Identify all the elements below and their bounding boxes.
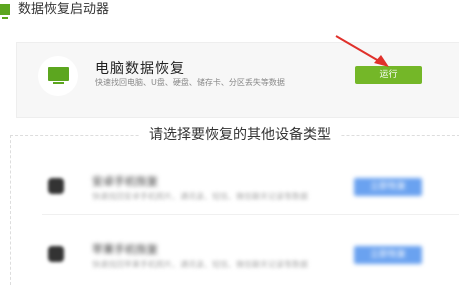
device-row-apple: 苹果手机恢复 快速找回苹果手机照片、通讯录、短信、微信聊天记录等数据 立即恢复 bbox=[42, 236, 459, 282]
pc-recovery-title: 电脑数据恢复 bbox=[95, 61, 185, 77]
recover-apple-button[interactable]: 立即恢复 bbox=[354, 246, 422, 264]
device-row-android: 安卓手机恢复 快速找回安卓手机照片、通讯录、短信、微信聊天记录等数据 立即恢复 bbox=[42, 168, 459, 215]
monitor-icon bbox=[48, 67, 69, 81]
monitor-stand bbox=[53, 82, 64, 84]
app-title: 数据恢复启动器 bbox=[18, 2, 110, 17]
device-title: 安卓手机恢复 bbox=[92, 175, 158, 188]
section-title: 请选择要恢复的其他设备类型 bbox=[139, 125, 341, 145]
android-icon bbox=[48, 178, 64, 194]
apple-icon bbox=[48, 246, 64, 262]
title-bar: 数据恢复启动器 bbox=[0, 0, 459, 24]
device-description: 快速找回安卓手机照片、通讯录、短信、微信聊天记录等数据 bbox=[92, 192, 308, 201]
app-logo-icon bbox=[0, 4, 10, 19]
device-description: 快速找回苹果手机照片、通讯录、短信、微信聊天记录等数据 bbox=[92, 260, 308, 269]
run-button[interactable]: 运行 bbox=[355, 66, 422, 84]
recover-android-button[interactable]: 立即恢复 bbox=[354, 178, 422, 196]
device-title: 苹果手机恢复 bbox=[92, 243, 158, 256]
pc-recovery-description: 快速找回电脑、U盘、硬盘、储存卡、分区丢失等数据 bbox=[95, 78, 285, 87]
